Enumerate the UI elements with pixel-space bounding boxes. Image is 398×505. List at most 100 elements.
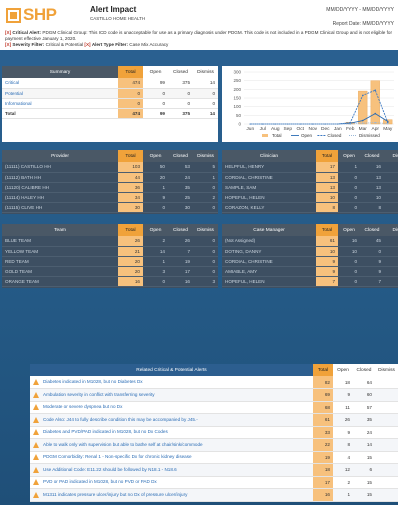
cell-closed: 10 [360, 192, 384, 203]
summary-col-open[interactable]: Open [143, 66, 168, 78]
row-label[interactable]: Potential [2, 88, 118, 99]
related-col-total[interactable]: Total [313, 364, 333, 376]
table-row[interactable]: BLUE TEAM 26 2 26 0 [2, 236, 218, 247]
clinician-col-label[interactable]: Clinician [222, 150, 316, 162]
table-row[interactable]: CORDIAL, CHRISTINE 13 0 13 [222, 172, 398, 183]
team-col-total[interactable]: Total [118, 224, 143, 236]
team-col-label[interactable]: Team [2, 224, 118, 236]
row-label[interactable]: HELPFUL, HENRY [222, 162, 316, 173]
provider-col-closed[interactable]: Closed [168, 150, 193, 162]
row-label[interactable]: CORAZON, KELLY [222, 202, 316, 213]
row-label[interactable]: Critical [2, 78, 118, 89]
related-col-label[interactable]: Related Critical & Potential Alerts [30, 364, 313, 376]
table-row[interactable]: PVD or PAD indicated in M1028, but no PV… [30, 476, 398, 489]
row-label[interactable]: CORDIAL, CHRISTINE [222, 256, 316, 267]
case-manager-col-dismiss[interactable]: Dis [384, 224, 398, 236]
table-row[interactable]: Ambulation severity in conflict with tra… [30, 388, 398, 402]
table-row[interactable]: Use Additional Code: E11.22 should be fo… [30, 463, 398, 477]
row-label[interactable]: CORDIAL, CHRISTINE [222, 172, 316, 183]
table-row[interactable]: SAMPLE, SAM 13 0 13 [222, 182, 398, 193]
table-row[interactable]: (Not Assigned) 61 16 45 [222, 236, 398, 247]
table-row[interactable]: Diabetes and PVD/PAD indicated in M1028,… [30, 426, 398, 439]
table-row[interactable]: (11120) CALIBRE HH 36 1 35 0 [2, 182, 218, 193]
table-row[interactable]: DOTING, DANNY 10 10 0 [222, 246, 398, 257]
team-col-open[interactable]: Open [143, 224, 168, 236]
provider-col-dismiss[interactable]: Dismiss [193, 150, 218, 162]
table-row[interactable]: HOPEFUL, HELEN 10 0 10 [222, 192, 398, 203]
table-row[interactable]: PDGM Comorbidity: Renal 1 - Non-specific… [30, 451, 398, 464]
row-label[interactable]: Ambulation severity in conflict with tra… [30, 388, 313, 402]
row-label[interactable]: HOPEFUL, HELEN [222, 276, 316, 287]
provider-col-label[interactable]: Provider [2, 150, 118, 162]
table-row[interactable]: Potential 0 0 0 0 [2, 88, 218, 99]
case-manager-col-open[interactable]: Open [338, 224, 360, 236]
table-row[interactable]: Moderate or severe dyspnea but no Dx 68 11… [30, 401, 398, 414]
table-row[interactable]: Code Also: J44 to fully describe conditi… [30, 413, 398, 427]
summary-col-total[interactable]: Total [118, 66, 143, 78]
row-label[interactable]: Diabetes and PVD/PAD indicated in M1028,… [30, 426, 313, 439]
case-manager-col-closed[interactable]: Closed [360, 224, 384, 236]
summary-col-dismiss[interactable]: Dismiss [193, 66, 218, 78]
table-row[interactable]: RED TEAM 20 1 19 0 [2, 256, 218, 267]
table-row[interactable]: CORDIAL, CHRISTINE 9 0 9 [222, 256, 398, 267]
table-row[interactable]: M1311 indicates pressure ulcer/injury bu… [30, 488, 398, 502]
case-manager-col-label[interactable]: Case Manager [222, 224, 316, 236]
team-col-dismiss[interactable]: Dismiss [193, 224, 218, 236]
table-row[interactable]: Informational 0 0 0 0 [2, 98, 218, 109]
clinician-col-total[interactable]: Total [316, 150, 338, 162]
row-label[interactable]: (11114) HALEY HH [2, 192, 118, 203]
row-label[interactable]: Able to walk only with supervision but a… [30, 438, 313, 452]
row-label[interactable]: ORANGE TEAM [2, 276, 118, 287]
row-label[interactable]: Moderate or severe dyspnea but no Dx [30, 401, 313, 414]
row-label[interactable]: SAMPLE, SAM [222, 182, 316, 193]
related-col-open[interactable]: Open [333, 364, 353, 376]
table-row[interactable]: (11111) CASTILLO HH 103 50 53 5 [2, 162, 218, 173]
summary-col-label[interactable]: Summary [2, 66, 118, 78]
row-label[interactable]: YELLOW TEAM [2, 246, 118, 257]
table-row[interactable]: ORANGE TEAM 16 0 16 3 [2, 276, 218, 287]
row-label[interactable]: HOPEFUL, HELEN [222, 192, 316, 203]
row-label[interactable]: (11112) BATH HH [2, 172, 118, 183]
case-manager-col-total[interactable]: Total [316, 224, 338, 236]
cell-closed: 14 [353, 438, 375, 452]
table-row[interactable]: HOPEFUL, HELEN 7 0 7 [222, 276, 398, 287]
row-label[interactable]: (11120) CALIBRE HH [2, 182, 118, 193]
table-row[interactable]: AMIABLE, AMY 9 0 9 [222, 266, 398, 277]
cell-closed: 8 [360, 202, 384, 213]
related-col-dismiss[interactable]: Dismiss [375, 364, 398, 376]
table-row[interactable]: GOLD TEAM 20 3 17 0 [2, 266, 218, 277]
table-row[interactable]: Critical 474 99 375 14 [2, 78, 218, 89]
row-label[interactable]: BLUE TEAM [2, 236, 118, 247]
clinician-col-closed[interactable]: Closed [360, 150, 384, 162]
row-label[interactable]: (11111) CASTILLO HH [2, 162, 118, 173]
table-row[interactable]: Able to walk only with supervision but a… [30, 438, 398, 452]
row-label[interactable]: AMIABLE, AMY [222, 266, 316, 277]
team-col-closed[interactable]: Closed [168, 224, 193, 236]
related-col-closed[interactable]: Closed [353, 364, 375, 376]
row-label[interactable]: (Not Assigned) [222, 236, 316, 247]
row-label[interactable]: RED TEAM [2, 256, 118, 267]
provider-col-total[interactable]: Total [118, 150, 143, 162]
row-label[interactable]: PDGM Comorbidity: Renal 1 - Non-specific… [30, 451, 313, 464]
row-label[interactable]: DOTING, DANNY [222, 246, 316, 257]
row-label[interactable]: (11115) CLIVE HH [2, 202, 118, 213]
table-row[interactable]: Diabetes indicated in M1028, but no Diab… [30, 376, 398, 389]
cell-dismiss [375, 388, 398, 402]
table-row[interactable]: (11112) BATH HH 44 20 24 1 [2, 172, 218, 183]
row-label[interactable]: Code Also: J44 to fully describe conditi… [30, 413, 313, 427]
table-row[interactable]: (11115) CLIVE HH 30 0 30 0 [2, 202, 218, 213]
row-label[interactable]: Use Additional Code: E11.22 should be fo… [30, 463, 313, 477]
row-label[interactable]: PVD or PAD indicated in M1028, but no PV… [30, 476, 313, 489]
table-row[interactable]: HELPFUL, HENRY 17 1 16 [222, 162, 398, 173]
clinician-col-open[interactable]: Open [338, 150, 360, 162]
summary-col-closed[interactable]: Closed [168, 66, 193, 78]
row-label[interactable]: GOLD TEAM [2, 266, 118, 277]
table-row[interactable]: CORAZON, KELLY 8 0 8 [222, 202, 398, 213]
row-label[interactable]: M1311 indicates pressure ulcer/injury bu… [30, 488, 313, 502]
clinician-col-dismiss[interactable]: Dis [384, 150, 398, 162]
row-label[interactable]: Diabetes indicated in M1028, but no Diab… [30, 376, 313, 389]
table-row[interactable]: (11114) HALEY HH 34 9 25 2 [2, 192, 218, 203]
table-row[interactable]: YELLOW TEAM 21 14 7 0 [2, 246, 218, 257]
provider-col-open[interactable]: Open [143, 150, 168, 162]
row-label[interactable]: Informational [2, 98, 118, 109]
